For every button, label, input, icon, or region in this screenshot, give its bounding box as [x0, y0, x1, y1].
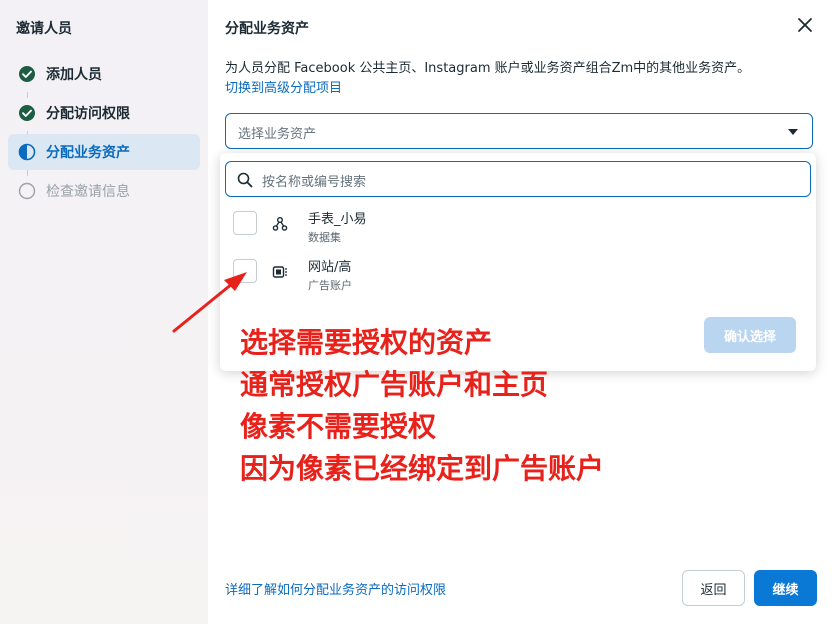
step-review-invite[interactable]: 检查邀请信息	[8, 173, 200, 209]
annotation-line: 选择需要授权的资产	[240, 326, 493, 359]
learn-more-link[interactable]: 详细了解如何分配业务资产的访问权限	[225, 579, 446, 598]
confirm-selection-button[interactable]: 确认选择	[704, 317, 796, 353]
check-circle-icon	[19, 66, 35, 82]
dialog-title: 分配业务资产	[225, 21, 309, 37]
dialog-main: 分配业务资产 为人员分配 Facebook 公共主页、Instagram 账户或…	[208, 0, 832, 624]
continue-button[interactable]: 继续	[754, 570, 817, 606]
empty-circle-icon	[18, 182, 36, 200]
step-assign-assets[interactable]: 分配业务资产	[8, 134, 200, 170]
asset-checkbox[interactable]	[233, 259, 257, 283]
search-input[interactable]: 按名称或编号搜索	[225, 161, 811, 197]
asset-name: 网站/高	[308, 260, 352, 275]
step-assign-access[interactable]: 分配访问权限	[8, 95, 200, 131]
asset-checkbox[interactable]	[233, 211, 257, 235]
search-icon	[237, 172, 253, 188]
sidebar: 邀请人员 添加人员 分配访问权限 分配业务资产 检查邀请信息	[0, 0, 208, 624]
check-circle-icon	[19, 105, 35, 121]
asset-type: 广告账户	[308, 279, 352, 292]
close-icon[interactable]	[796, 16, 814, 34]
dialog-description: 为人员分配 Facebook 公共主页、Instagram 账户或业务资产组合Z…	[225, 61, 751, 76]
asset-select[interactable]: 选择业务资产	[225, 113, 813, 149]
asset-name: 手表_小易	[308, 212, 367, 227]
sidebar-title: 邀请人员	[16, 21, 72, 37]
step-add-people[interactable]: 添加人员	[8, 56, 200, 92]
annotation-line: 因为像素已经绑定到广告账户	[240, 452, 605, 485]
half-circle-progress-icon	[18, 143, 36, 161]
step-label: 检查邀请信息	[46, 184, 130, 200]
step-label: 分配业务资产	[46, 145, 130, 161]
step-label: 添加人员	[46, 67, 102, 83]
asset-item-ad-account[interactable]: 网站/高 广告账户	[220, 249, 816, 297]
switch-advanced-link[interactable]: 切换到高级分配项目	[225, 77, 342, 96]
ad-account-icon	[272, 266, 287, 278]
select-placeholder: 选择业务资产	[238, 127, 317, 142]
annotation-text: 选择需要授权的资产 通常授权广告账户和主页 像素不需要授权 因为像素已经绑定到广…	[240, 322, 604, 490]
asset-type: 数据集	[308, 231, 341, 244]
step-label: 分配访问权限	[46, 106, 130, 122]
annotation-line: 通常授权广告账户和主页	[240, 368, 549, 401]
search-placeholder: 按名称或编号搜索	[262, 175, 367, 190]
dataset-icon	[272, 217, 288, 231]
back-button[interactable]: 返回	[682, 570, 745, 606]
asset-item-dataset[interactable]: 手表_小易 数据集	[220, 201, 816, 249]
caret-down-icon	[788, 129, 798, 135]
annotation-line: 像素不需要授权	[240, 410, 437, 443]
